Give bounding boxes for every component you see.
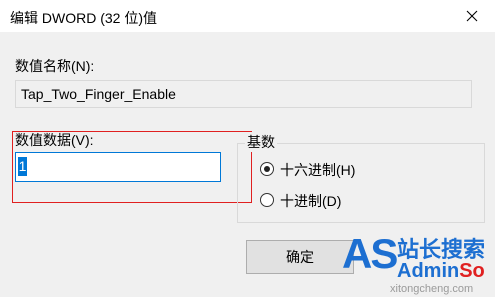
radio-decimal-label[interactable]: 十进制(D) <box>280 191 341 211</box>
watermark-as: AS <box>342 230 398 277</box>
watermark-brand: AdminSo <box>397 260 485 283</box>
base-group-title: 基数 <box>245 132 277 152</box>
radio-hex[interactable] <box>260 162 274 176</box>
radio-hex-label[interactable]: 十六进制(H) <box>280 160 355 180</box>
value-name-label: 数值名称(N): <box>15 58 95 74</box>
value-name-field[interactable]: Tap_Two_Finger_Enable <box>15 80 472 108</box>
radio-decimal[interactable] <box>260 193 274 207</box>
title-bar: 编辑 DWORD (32 位)值 <box>0 0 495 32</box>
value-data-selection: 1 <box>18 157 27 176</box>
radio-selected-dot <box>264 166 270 172</box>
ok-button[interactable]: 确定 <box>246 240 354 274</box>
watermark-logo: AS 站长搜索 AdminSo xitongcheng.com <box>342 228 495 297</box>
window-title: 编辑 DWORD (32 位)值 <box>10 10 157 26</box>
watermark-brand-admin: Admin <box>397 260 460 282</box>
base-group <box>237 143 485 223</box>
watermark-brand-so: So <box>459 260 485 282</box>
value-data-label: 数值数据(V): <box>15 132 94 148</box>
value-data-input[interactable] <box>15 152 221 182</box>
watermark-url: xitongcheng.com <box>390 283 474 295</box>
close-icon <box>466 10 478 22</box>
close-button[interactable] <box>449 0 495 32</box>
